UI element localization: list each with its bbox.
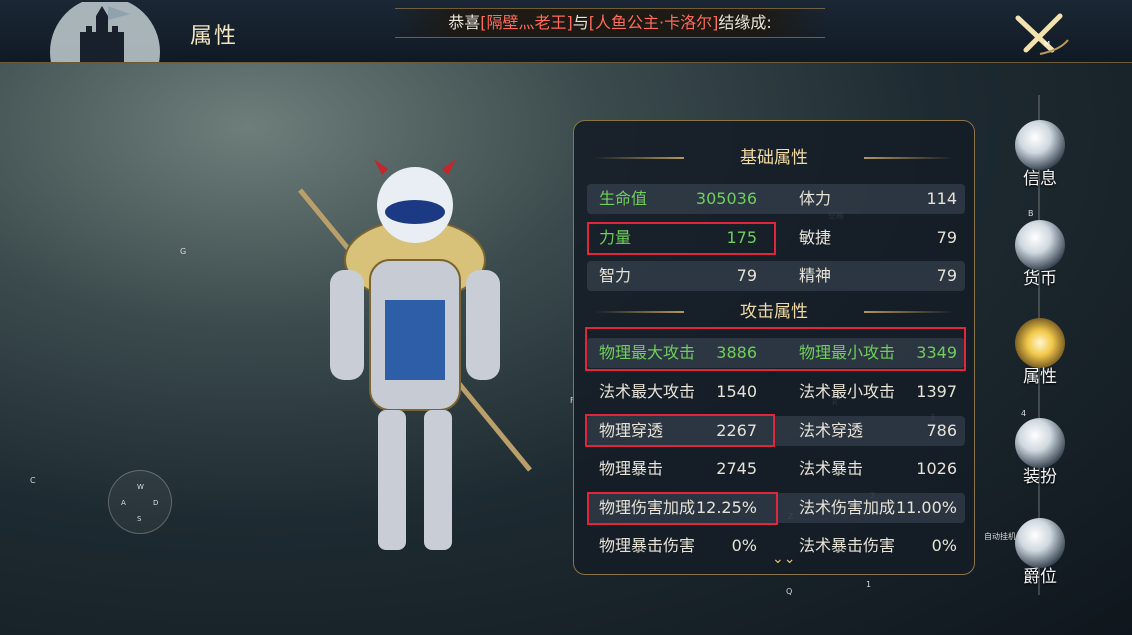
stat-value: 305036 xyxy=(695,189,757,208)
highlight-box-phys-pen xyxy=(585,414,775,447)
base-attr-header: 基础属性 xyxy=(574,143,974,173)
stat-value: 79 xyxy=(736,266,757,285)
highlight-box-strength xyxy=(587,222,776,255)
close-button[interactable]: M xyxy=(1010,10,1070,58)
stat-value: 0% xyxy=(731,536,757,555)
stat-value: 114 xyxy=(926,189,957,208)
key-hint-c: C xyxy=(30,476,36,485)
tab-label: 属性 xyxy=(1023,367,1057,387)
attack-attr-title: 攻击属性 xyxy=(740,302,808,322)
stat-row: 法术最大攻击 1540 法术最小攻击 1397 xyxy=(587,377,965,407)
tab-nobility[interactable]: 爵位 xyxy=(1008,518,1072,587)
page-title: 属性 xyxy=(190,24,239,49)
header-ornament-left xyxy=(594,311,684,313)
stat-value: 1397 xyxy=(916,382,957,401)
key-hint-q: Q xyxy=(786,587,793,596)
stat-name: 法术穿透 xyxy=(799,421,864,440)
stat-row: 智力 79 精神 79 xyxy=(587,261,965,291)
stat-value: 79 xyxy=(936,228,957,247)
highlight-box-phys-attack xyxy=(585,327,966,371)
stat-name: 智力 xyxy=(599,266,632,285)
costume-icon xyxy=(1015,418,1065,468)
stat-name: 法术最大攻击 xyxy=(599,382,696,401)
header-ornament-left xyxy=(594,157,684,159)
tab-info[interactable]: 信息 xyxy=(1008,120,1072,189)
key-hint-4: 4 xyxy=(1021,409,1027,418)
highlight-box-phys-dmg-bonus xyxy=(587,492,778,525)
key-hint-m: M xyxy=(1044,40,1050,48)
stat-value: 79 xyxy=(936,266,957,285)
stat-name: 物理暴击伤害 xyxy=(599,536,696,555)
castle-rank-icon xyxy=(1015,518,1065,568)
header-ornament-right xyxy=(864,157,954,159)
stat-value: 11.00% xyxy=(895,498,957,517)
announcement-player-2: [人鱼公主·卡洛尔] xyxy=(588,13,719,32)
key-s: S xyxy=(137,515,142,523)
key-hint-1: 1 xyxy=(866,580,872,589)
announcement-marquee: 恭喜[隔壁灬老王]与[人鱼公主·卡洛尔]结缘成: xyxy=(395,8,825,38)
scroll-down-arrow-icon[interactable]: ⌄⌄ xyxy=(772,551,795,567)
tab-label: 爵位 xyxy=(1023,567,1057,587)
key-w: W xyxy=(137,483,144,491)
stat-value: 0% xyxy=(931,536,957,555)
announcement-prefix: 恭喜 xyxy=(448,13,481,32)
stat-name: 精神 xyxy=(799,266,832,285)
movement-joystick[interactable]: W A D S xyxy=(108,470,172,534)
castle-emblem-icon xyxy=(50,2,160,62)
stat-name: 法术暴击伤害 xyxy=(799,536,896,555)
stat-value: 2745 xyxy=(716,459,757,478)
hexagram-icon xyxy=(1015,318,1065,368)
key-d: D xyxy=(153,499,159,507)
stat-name: 法术最小攻击 xyxy=(799,382,896,401)
attack-attr-header: 攻击属性 xyxy=(574,297,974,327)
armored-hero-character xyxy=(298,159,532,550)
top-bar: 属性 恭喜[隔壁灬老王]与[人鱼公主·卡洛尔]结缘成: M xyxy=(0,0,1132,63)
tab-costume[interactable]: 装扮 xyxy=(1008,418,1072,487)
key-hint-g: G xyxy=(180,247,187,256)
stat-name: 敏捷 xyxy=(799,228,832,247)
key-hint-b: B xyxy=(1028,209,1034,218)
tab-label: 货币 xyxy=(1023,269,1057,289)
tab-attributes[interactable]: 属性 xyxy=(1008,318,1072,387)
tab-label: 装扮 xyxy=(1023,467,1057,487)
key-a: A xyxy=(121,499,126,507)
hero-portrait-icon xyxy=(1015,120,1065,170)
announcement-joiner: 与 xyxy=(572,13,589,32)
stat-row: 物理暴击 2745 法术暴击 1026 xyxy=(587,454,965,484)
stat-name: 体力 xyxy=(799,189,832,208)
tab-label: 信息 xyxy=(1023,169,1057,189)
stat-value: 786 xyxy=(926,421,957,440)
stat-name: 物理暴击 xyxy=(599,459,664,478)
announcement-suffix: 结缘成: xyxy=(718,13,772,32)
announcement-player-1: [隔壁灬老王] xyxy=(480,13,573,32)
base-attr-title: 基础属性 xyxy=(740,148,808,168)
stat-value: 1540 xyxy=(716,382,757,401)
stat-row: 生命值 305036 体力 114 xyxy=(587,184,965,214)
stat-value: 1026 xyxy=(916,459,957,478)
coin-stack-icon xyxy=(1015,220,1065,270)
tab-currency[interactable]: 货币 xyxy=(1008,220,1072,289)
stat-name: 生命值 xyxy=(599,189,648,208)
header-ornament-right xyxy=(864,311,954,313)
stat-name: 法术伤害加成 xyxy=(799,498,896,517)
stat-name: 法术暴击 xyxy=(799,459,864,478)
